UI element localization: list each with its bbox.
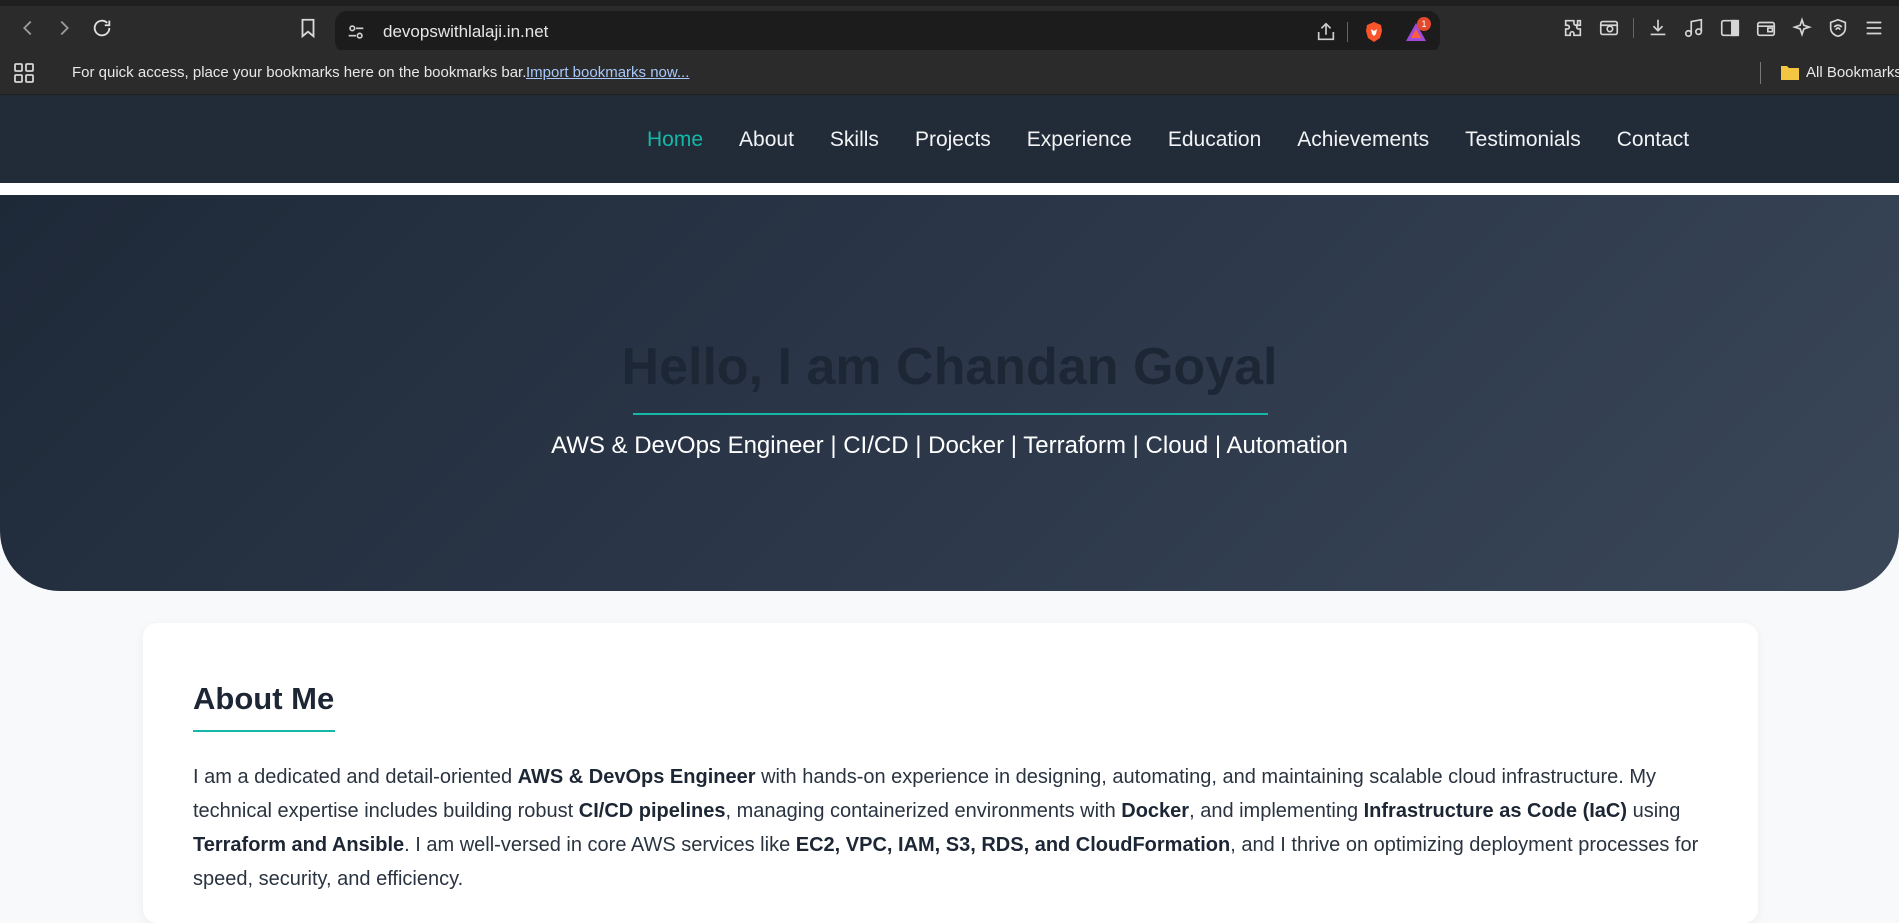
about-title: About Me [193, 681, 335, 716]
about-text-highlight: Docker [1121, 800, 1190, 822]
share-icon[interactable] [1315, 21, 1337, 43]
about-text-highlight: Infrastructure as Code (IaC) [1363, 800, 1628, 822]
forward-icon[interactable] [46, 10, 82, 46]
about-card: About Me I am a dedicated and detail-ori… [143, 623, 1758, 923]
brave-shields-icon[interactable] [1362, 20, 1386, 44]
about-text-highlight: AWS & DevOps Engineer [517, 766, 756, 788]
media-icon[interactable] [1676, 10, 1712, 46]
bookmarks-bar-message: For quick access, place your bookmarks h… [72, 64, 527, 81]
nav-link-experience[interactable]: Experience [1027, 128, 1132, 152]
bookmarks-bar: For quick access, place your bookmarks h… [0, 50, 1899, 95]
notification-badge: 1 [1417, 17, 1431, 31]
about-title-underline [193, 730, 335, 732]
hero-subtitle: AWS & DevOps Engineer | CI/CD | Docker |… [551, 432, 1348, 459]
browser-toolbar: devopswithlalaji.in.net 1 [0, 6, 1899, 53]
url-text[interactable]: devopswithlalaji.in.net [383, 22, 548, 42]
about-text-segment: using [1627, 800, 1681, 822]
import-bookmarks-link[interactable]: Import bookmarks now... [526, 64, 689, 81]
apps-icon[interactable] [12, 61, 36, 85]
address-bar[interactable]: devopswithlalaji.in.net 1 [335, 11, 1440, 53]
bookmark-icon[interactable] [290, 10, 326, 46]
sidebar-icon[interactable] [1712, 10, 1748, 46]
wallet-icon[interactable] [1748, 10, 1784, 46]
nav-link-home[interactable]: Home [647, 128, 703, 152]
about-text-segment: , managing containerized environments wi… [725, 800, 1122, 822]
main-nav: Home About Skills Projects Experience Ed… [647, 128, 1725, 152]
nav-link-about[interactable]: About [739, 128, 794, 152]
hero-title: Hello, I am Chandan Goyal [621, 338, 1278, 396]
about-text-segment: . I am well-versed in core AWS services … [404, 834, 796, 856]
nav-link-testimonials[interactable]: Testimonials [1465, 128, 1581, 152]
about-paragraph: I am a dedicated and detail-oriented AWS… [193, 760, 1713, 896]
about-text-highlight: Terraform and Ansible [193, 834, 405, 856]
vpn-icon[interactable] [1820, 10, 1856, 46]
nav-link-projects[interactable]: Projects [915, 128, 991, 152]
extensions-icon[interactable] [1555, 10, 1591, 46]
divider [1633, 18, 1634, 38]
hero-section: Hello, I am Chandan Goyal AWS & DevOps E… [0, 195, 1899, 591]
leo-ai-icon[interactable] [1784, 10, 1820, 46]
header-divider [0, 183, 1899, 195]
site-settings-icon[interactable] [345, 21, 367, 43]
divider [1760, 62, 1761, 84]
about-text-segment: , and implementing [1189, 800, 1364, 822]
nav-link-achievements[interactable]: Achievements [1297, 128, 1429, 152]
hero-title-underline [633, 413, 1268, 415]
nav-link-education[interactable]: Education [1168, 128, 1261, 152]
screenshot-icon[interactable] [1591, 10, 1627, 46]
folder-icon [1781, 66, 1799, 80]
nav-link-contact[interactable]: Contact [1617, 128, 1689, 152]
back-icon[interactable] [10, 10, 46, 46]
nav-link-skills[interactable]: Skills [830, 128, 879, 152]
about-text-highlight: CI/CD pipelines [578, 800, 726, 822]
about-text-highlight: EC2, VPC, IAM, S3, RDS, and CloudFormati… [795, 834, 1231, 856]
divider [1347, 22, 1348, 42]
all-bookmarks-button[interactable]: All Bookmarks [1806, 64, 1899, 81]
menu-icon[interactable] [1856, 10, 1892, 46]
downloads-icon[interactable] [1640, 10, 1676, 46]
reload-icon[interactable] [84, 10, 120, 46]
about-text-segment: I am a dedicated and detail-oriented [193, 766, 518, 788]
site-header: Home About Skills Projects Experience Ed… [0, 95, 1899, 183]
